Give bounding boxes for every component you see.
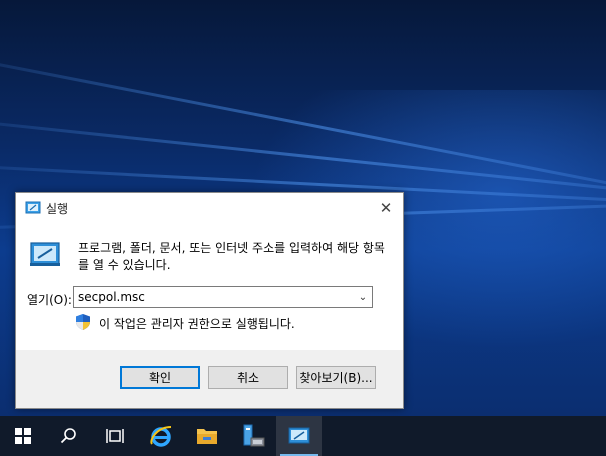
task-view-icon	[106, 429, 124, 443]
start-icon	[15, 428, 31, 444]
dropdown-button[interactable]: ⌄	[354, 287, 372, 307]
server-manager-button[interactable]	[230, 416, 276, 456]
run-program-icon	[30, 242, 60, 266]
internet-explorer-button[interactable]	[138, 416, 184, 456]
cancel-button[interactable]: 취소	[208, 366, 288, 389]
browse-button[interactable]: 찾아보기(B)...	[296, 366, 376, 389]
uac-shield-icon	[76, 314, 90, 330]
close-button[interactable]: ✕	[369, 193, 403, 222]
task-view-button[interactable]	[92, 416, 138, 456]
run-icon	[288, 427, 310, 444]
run-taskbar-button[interactable]	[276, 416, 322, 456]
button-bar: 확인 취소 찾아보기(B)...	[16, 350, 403, 408]
close-icon: ✕	[379, 198, 393, 217]
open-label: 열기(O):	[27, 293, 72, 307]
file-explorer-button[interactable]	[184, 416, 230, 456]
file-explorer-icon	[197, 429, 217, 444]
chevron-down-icon: ⌄	[358, 291, 368, 303]
internet-explorer-icon	[150, 426, 172, 447]
open-combobox[interactable]: secpol.msc ⌄	[73, 286, 373, 308]
start-button[interactable]	[0, 416, 46, 456]
search-button[interactable]	[46, 416, 92, 456]
server-manager-icon	[243, 424, 265, 447]
run-dialog: 실행 ✕ 프로그램, 폴더, 문서, 또는 인터넷 주소를 입력하여 해당 항목…	[15, 192, 404, 409]
search-icon	[60, 428, 76, 444]
open-input[interactable]: secpol.msc	[78, 290, 145, 304]
ok-button[interactable]: 확인	[120, 366, 200, 389]
admin-note: 이 작업은 관리자 권한으로 실행됩니다.	[99, 317, 295, 331]
dialog-title: 실행	[46, 202, 69, 216]
title-bar[interactable]: 실행 ✕	[16, 193, 403, 222]
taskbar	[0, 416, 606, 456]
dialog-description: 프로그램, 폴더, 문서, 또는 인터넷 주소를 입력하여 해당 항목를 열 수…	[78, 241, 385, 272]
run-icon	[25, 201, 41, 214]
